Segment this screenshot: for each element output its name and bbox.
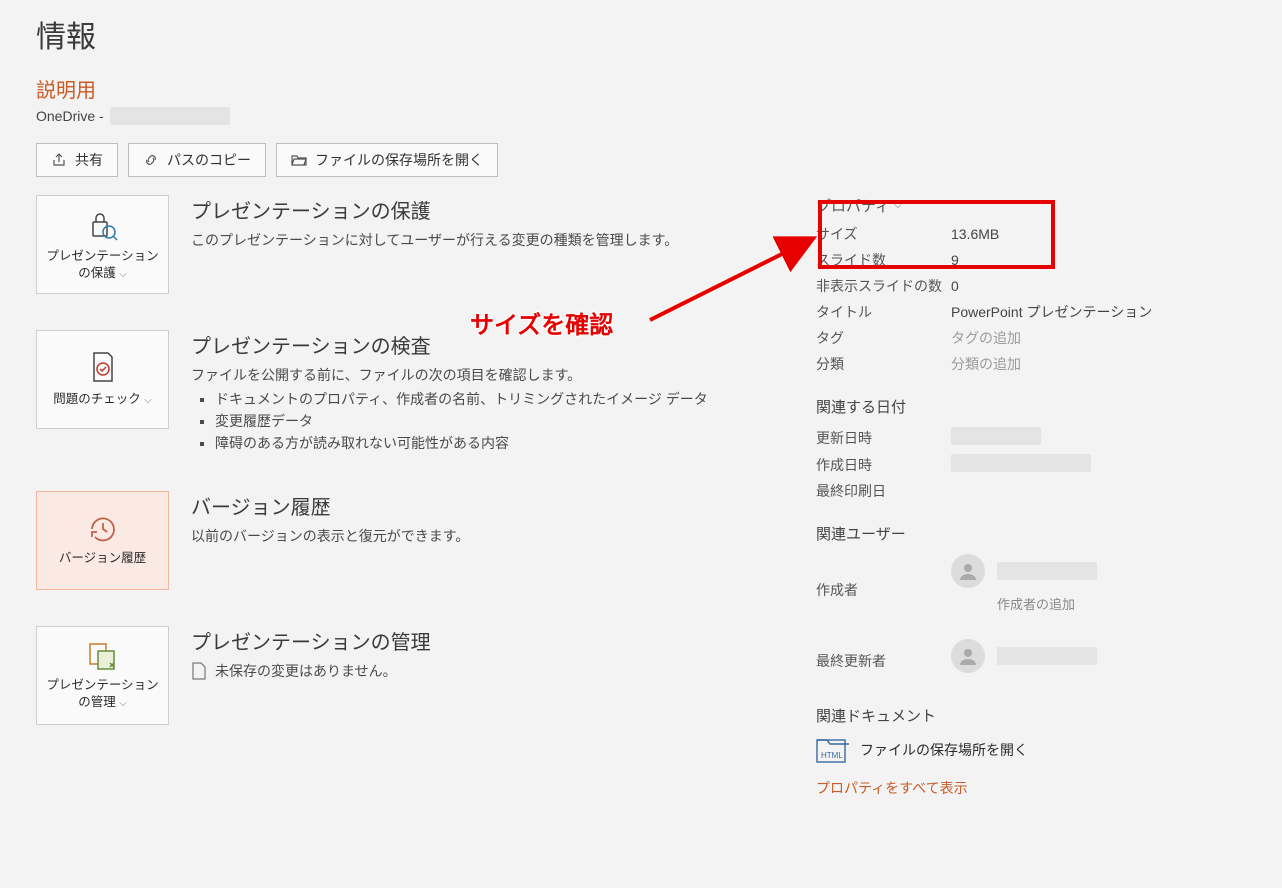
inspect-btn-label: 問題のチェック bbox=[53, 392, 141, 406]
author-row[interactable] bbox=[951, 554, 1246, 588]
protect-btn-label: プレゼンテーションの保護 bbox=[46, 249, 158, 280]
last-modified-by-label: 最終更新者 bbox=[816, 651, 951, 671]
chevron-down-icon: ⌵ bbox=[894, 200, 902, 211]
path-redacted bbox=[110, 107, 230, 125]
document-path: OneDrive - bbox=[36, 107, 1246, 125]
open-file-location-link[interactable]: HTML ファイルの保存場所を開く bbox=[816, 736, 1246, 764]
open-location-button[interactable]: ファイルの保存場所を開く bbox=[276, 143, 498, 177]
chevron-down-icon: ⌵ bbox=[144, 395, 152, 406]
inspect-items: ドキュメントのプロパティ、作成者の名前、トリミングされたイメージ データ 変更履… bbox=[215, 389, 708, 453]
size-value: 13.6MB bbox=[951, 226, 1246, 242]
inspect-description: ファイルを公開する前に、ファイルの次の項目を確認します。 bbox=[191, 365, 708, 385]
protect-section: プレゼンテーションの保護 ⌵ プレゼンテーションの保護 このプレゼンテーションに… bbox=[36, 195, 806, 294]
inspect-item: 変更履歴データ bbox=[215, 411, 708, 431]
title-value[interactable]: PowerPoint プレゼンテーション bbox=[951, 302, 1246, 322]
manage-presentation-button[interactable]: プレゼンテーションの管理 ⌵ bbox=[36, 626, 169, 725]
inspect-heading: プレゼンテーションの検査 bbox=[191, 330, 708, 359]
version-btn-label: バージョン履歴 bbox=[59, 550, 146, 567]
show-all-properties-link[interactable]: プロパティをすべて表示 bbox=[816, 778, 1246, 798]
action-bar: 共有 パスのコピー ファイルの保存場所を開く bbox=[36, 143, 1246, 177]
related-documents-section: 関連ドキュメント HTML ファイルの保存場所を開く プロパティをすべて表示 bbox=[816, 705, 1246, 798]
lock-icon bbox=[85, 208, 121, 242]
html-file-icon: HTML bbox=[816, 736, 850, 764]
last-modified-by-name bbox=[997, 647, 1097, 665]
hidden-slides-label: 非表示スライドの数 bbox=[816, 276, 951, 296]
modified-date-value bbox=[951, 427, 1041, 445]
category-add[interactable]: 分類の追加 bbox=[951, 354, 1246, 374]
related-dates-heading: 関連する日付 bbox=[816, 396, 1246, 417]
slides-value: 9 bbox=[951, 252, 1246, 268]
category-label: 分類 bbox=[816, 354, 951, 374]
protect-heading: プレゼンテーションの保護 bbox=[191, 195, 678, 224]
svg-text:HTML: HTML bbox=[821, 751, 843, 760]
add-author-link[interactable]: 作成者の追加 bbox=[997, 594, 1246, 613]
copy-path-label: パスのコピー bbox=[167, 150, 251, 170]
tag-label: タグ bbox=[816, 328, 951, 348]
link-icon bbox=[143, 152, 159, 168]
size-label: サイズ bbox=[816, 224, 951, 244]
document-title: 説明用 bbox=[36, 74, 1246, 103]
properties-heading[interactable]: プロパティ ⌵ bbox=[816, 195, 1246, 216]
share-icon bbox=[51, 152, 67, 168]
tag-add[interactable]: タグの追加 bbox=[951, 328, 1246, 348]
printed-date-label: 最終印刷日 bbox=[816, 481, 951, 501]
related-users-section: 関連ユーザー 作成者 作成者の追加 最終更新者 bbox=[816, 523, 1246, 683]
author-name bbox=[997, 562, 1097, 580]
history-icon bbox=[86, 514, 120, 544]
hidden-slides-value: 0 bbox=[951, 278, 1246, 294]
manage-description: 未保存の変更はありません。 bbox=[215, 661, 397, 681]
related-users-heading: 関連ユーザー bbox=[816, 523, 1246, 544]
page-title: 情報 bbox=[36, 12, 1246, 56]
protect-presentation-button[interactable]: プレゼンテーションの保護 ⌵ bbox=[36, 195, 169, 294]
manage-heading: プレゼンテーションの管理 bbox=[191, 626, 431, 655]
related-documents-heading: 関連ドキュメント bbox=[816, 705, 1246, 726]
manage-btn-label: プレゼンテーションの管理 bbox=[46, 678, 158, 709]
share-label: 共有 bbox=[75, 150, 103, 170]
properties-section: プロパティ ⌵ サイズ 13.6MB スライド数 9 非表示スライドの数 0 タ… bbox=[816, 195, 1246, 374]
slides-label: スライド数 bbox=[816, 250, 951, 270]
document-small-icon bbox=[191, 662, 207, 680]
inspect-item: 障碍のある方が読み取れない可能性がある内容 bbox=[215, 433, 708, 453]
chevron-down-icon: ⌵ bbox=[119, 269, 127, 280]
check-issues-button[interactable]: 問題のチェック ⌵ bbox=[36, 330, 169, 429]
version-description: 以前のバージョンの表示と復元ができます。 bbox=[191, 526, 469, 546]
open-file-location-label: ファイルの保存場所を開く bbox=[860, 740, 1028, 760]
created-date-value bbox=[951, 454, 1091, 472]
title-label: タイトル bbox=[816, 302, 951, 322]
properties-heading-label: プロパティ bbox=[816, 195, 890, 216]
version-section: バージョン履歴 バージョン履歴 以前のバージョンの表示と復元ができます。 bbox=[36, 491, 806, 590]
last-modified-by-row[interactable] bbox=[951, 639, 1246, 673]
share-button[interactable]: 共有 bbox=[36, 143, 118, 177]
chevron-down-icon: ⌵ bbox=[119, 698, 127, 709]
version-history-button[interactable]: バージョン履歴 bbox=[36, 491, 169, 590]
document-check-icon bbox=[88, 351, 118, 385]
copy-path-button[interactable]: パスのコピー bbox=[128, 143, 266, 177]
related-dates-section: 関連する日付 更新日時 作成日時 最終印刷日 bbox=[816, 396, 1246, 501]
modified-date-label: 更新日時 bbox=[816, 428, 951, 448]
presentation-manage-icon bbox=[86, 641, 120, 671]
manage-section: プレゼンテーションの管理 ⌵ プレゼンテーションの管理 未保存の変更はありません… bbox=[36, 626, 806, 725]
inspect-section: 問題のチェック ⌵ プレゼンテーションの検査 ファイルを公開する前に、ファイルの… bbox=[36, 330, 806, 455]
avatar-icon bbox=[951, 639, 985, 673]
inspect-item: ドキュメントのプロパティ、作成者の名前、トリミングされたイメージ データ bbox=[215, 389, 708, 409]
avatar-icon bbox=[951, 554, 985, 588]
path-prefix: OneDrive - bbox=[36, 108, 104, 124]
author-label: 作成者 bbox=[816, 580, 951, 600]
created-date-label: 作成日時 bbox=[816, 455, 951, 475]
folder-open-icon bbox=[291, 152, 307, 168]
protect-description: このプレゼンテーションに対してユーザーが行える変更の種類を管理します。 bbox=[191, 230, 678, 250]
version-heading: バージョン履歴 bbox=[191, 491, 469, 520]
open-location-label: ファイルの保存場所を開く bbox=[315, 150, 483, 170]
